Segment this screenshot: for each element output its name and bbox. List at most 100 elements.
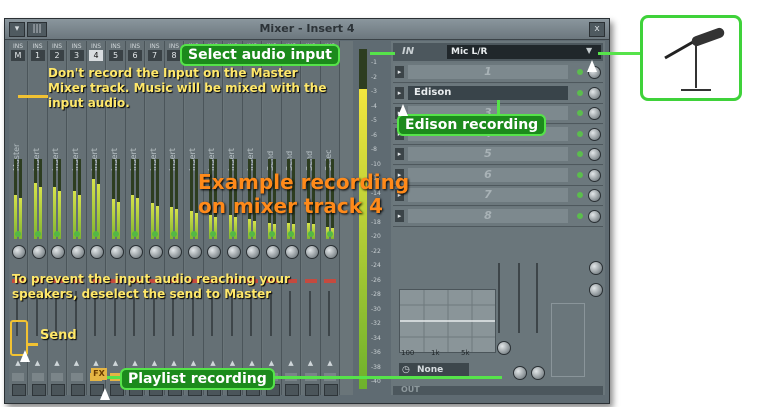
eq-fader[interactable]: [518, 263, 520, 333]
slot-name[interactable]: 5: [408, 147, 568, 161]
send-button[interactable]: [70, 373, 83, 381]
arrow-up-icon[interactable]: ▲: [208, 359, 218, 367]
slot-menu-button[interactable]: ▸: [395, 66, 404, 78]
arrow-up-icon[interactable]: ▲: [189, 359, 199, 367]
volume-knob[interactable]: [589, 283, 603, 297]
arrow-up-icon[interactable]: ▲: [33, 359, 43, 367]
slot-enable-led-icon[interactable]: [577, 130, 583, 137]
pan-knob[interactable]: [129, 245, 143, 259]
eq-fader[interactable]: [536, 263, 538, 333]
pan-knob[interactable]: [207, 245, 221, 259]
slot-mix-knob[interactable]: [588, 189, 601, 202]
pan-knob[interactable]: [589, 261, 603, 275]
slot-mix-knob[interactable]: [588, 127, 601, 141]
slot-name[interactable]: 7: [408, 188, 568, 202]
disk-record-icon[interactable]: [324, 384, 338, 396]
slot-enable-led-icon[interactable]: [577, 110, 583, 116]
arrow-up-icon[interactable]: ▲: [325, 359, 335, 367]
pan-knob[interactable]: [246, 245, 260, 259]
insert-number[interactable]: INS 6: [127, 43, 143, 63]
arrow-up-icon[interactable]: ▲: [228, 359, 238, 367]
arrow-up-icon[interactable]: ▲: [169, 359, 179, 367]
mute-led-icon[interactable]: [307, 231, 314, 237]
pan-knob[interactable]: [90, 245, 104, 259]
mute-led-icon[interactable]: [229, 231, 236, 237]
mute-led-icon[interactable]: [171, 231, 177, 237]
pan-knob[interactable]: [304, 245, 319, 259]
slot-enable-led-icon[interactable]: [577, 171, 583, 178]
arrow-up-icon[interactable]: ▲: [111, 359, 121, 367]
slot-mix-knob[interactable]: [588, 86, 601, 100]
mute-led-icon[interactable]: [327, 231, 333, 237]
disk-record-icon[interactable]: [51, 384, 65, 396]
disk-record-icon[interactable]: [70, 384, 85, 396]
pan-knob[interactable]: [285, 245, 299, 259]
mute-led-icon[interactable]: [288, 231, 294, 237]
slot-mix-knob[interactable]: [588, 107, 601, 120]
pan-knob[interactable]: [109, 245, 124, 259]
disk-record-icon[interactable]: [31, 384, 46, 396]
arrow-up-icon[interactable]: ▲: [130, 359, 140, 367]
slot-mix-knob[interactable]: [588, 148, 601, 161]
mute-led-icon[interactable]: [34, 231, 41, 237]
pan-knob[interactable]: [324, 245, 338, 259]
disk-record-icon[interactable]: [12, 384, 26, 396]
arrow-up-icon[interactable]: ▲: [286, 359, 296, 367]
disk-record-icon[interactable]: [304, 384, 319, 396]
mute-led-icon[interactable]: [190, 231, 197, 237]
insert-number[interactable]: INS 4: [88, 43, 104, 63]
chevron-down-icon[interactable]: ▼: [586, 46, 592, 55]
pan-knob[interactable]: [148, 245, 163, 259]
slot-mix-knob[interactable]: [588, 209, 601, 223]
close-button[interactable]: x: [589, 22, 605, 37]
insert-number[interactable]: INS 3: [69, 43, 85, 63]
pan-knob[interactable]: [226, 245, 241, 259]
insert-number[interactable]: INS M: [10, 43, 26, 63]
slot-mix-knob[interactable]: [588, 168, 601, 182]
slot-name[interactable]: 1: [408, 65, 568, 79]
mute-led-icon[interactable]: [151, 231, 158, 237]
slot-enable-led-icon[interactable]: [577, 69, 583, 75]
insert-number[interactable]: INS 7: [147, 43, 163, 63]
slot-name[interactable]: 6: [408, 167, 568, 182]
insert-number[interactable]: INS 2: [49, 43, 65, 63]
slot-enable-led-icon[interactable]: [577, 151, 583, 157]
eq-knob[interactable]: [513, 366, 527, 380]
mute-led-icon[interactable]: [210, 231, 216, 237]
send-button[interactable]: [31, 373, 44, 381]
slot-name[interactable]: Edison: [408, 85, 568, 100]
slot-enable-led-icon[interactable]: [577, 192, 583, 198]
pan-knob[interactable]: [12, 245, 26, 259]
eq-knob[interactable]: [497, 341, 511, 355]
mute-led-icon[interactable]: [54, 231, 60, 237]
pan-knob[interactable]: [168, 245, 182, 259]
mute-led-icon[interactable]: [73, 231, 80, 237]
arrow-up-icon[interactable]: ▲: [150, 359, 160, 367]
slot-menu-button[interactable]: ▸: [395, 86, 404, 99]
arrow-up-icon[interactable]: ▲: [91, 359, 101, 367]
mute-led-icon[interactable]: [112, 231, 119, 237]
send-button[interactable]: [12, 373, 24, 381]
insert-number[interactable]: INS 1: [30, 43, 46, 63]
slot-enable-led-icon[interactable]: [577, 212, 583, 219]
eq-fader[interactable]: [498, 263, 500, 333]
slot-name[interactable]: 8: [408, 208, 568, 223]
pan-knob[interactable]: [51, 245, 65, 259]
slot-menu-button[interactable]: ▸: [395, 148, 404, 160]
disk-record-icon[interactable]: [285, 384, 299, 396]
eq-knob[interactable]: [531, 366, 545, 380]
arrow-up-icon[interactable]: ▲: [52, 359, 62, 367]
pan-knob[interactable]: [265, 245, 280, 259]
audio-input-select[interactable]: Mic L/R: [447, 45, 601, 59]
mute-led-icon[interactable]: [268, 231, 275, 237]
arrow-up-icon[interactable]: ▲: [267, 359, 277, 367]
send-button[interactable]: [51, 373, 63, 381]
effect-slot[interactable]: ▸ 5: [393, 145, 603, 165]
mute-led-icon[interactable]: [249, 231, 255, 237]
effect-slot[interactable]: ▸ 1: [393, 63, 603, 83]
slot-enable-led-icon[interactable]: [577, 89, 583, 96]
pan-knob[interactable]: [31, 245, 46, 259]
arrow-up-icon[interactable]: ▲: [72, 359, 82, 367]
mute-led-icon[interactable]: [132, 231, 138, 237]
mute-led-icon[interactable]: [15, 231, 21, 237]
